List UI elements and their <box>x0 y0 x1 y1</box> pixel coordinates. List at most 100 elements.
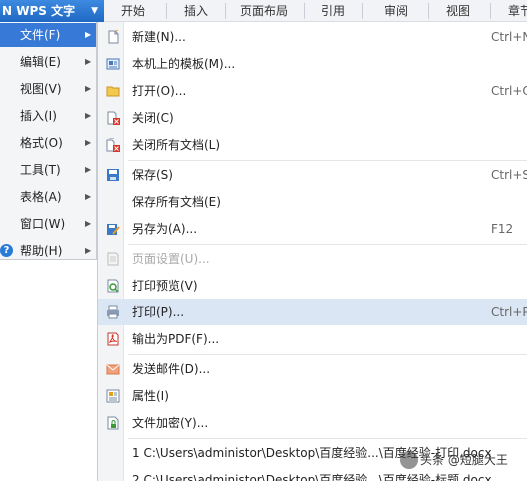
tab-divider <box>304 3 305 19</box>
shortcut-label: Ctrl+N <box>491 30 527 44</box>
menu-item-new[interactable]: 新建(N)... Ctrl+N <box>98 24 527 50</box>
menu-item-label: 页面设置(U)... <box>132 252 210 266</box>
chevron-right-icon: ▶ <box>85 246 92 255</box>
main-menu: 文件(F) ▶ 编辑(E) ▶ 视图(V) ▶ 插入(I) ▶ 格式(O) ▶ … <box>0 22 97 260</box>
menu-item-tools[interactable]: 工具(T) ▶ <box>0 158 96 182</box>
menu-item-label: 打印预览(V) <box>132 279 198 293</box>
menu-item-label: 保存(S) <box>132 168 173 182</box>
tab-view[interactable]: 视图 <box>446 0 470 22</box>
tab-insert[interactable]: 插入 <box>184 0 208 22</box>
page-setup-icon <box>107 252 119 266</box>
menu-item-label: 本机上的模板(M)... <box>132 57 236 71</box>
shortcut-label: Ctrl+O <box>491 84 527 98</box>
chevron-right-icon: ▶ <box>85 57 92 66</box>
close-all-icon <box>106 138 120 152</box>
menu-item-print[interactable]: 打印(P)... Ctrl+P <box>98 299 527 325</box>
menu-item-page-setup[interactable]: 页面设置(U)... <box>98 246 527 272</box>
wps-title-prefix: N <box>2 4 13 18</box>
menu-item-label: 文件加密(Y)... <box>132 416 209 430</box>
menu-item-close-all[interactable]: 关闭所有文档(L) <box>98 132 527 158</box>
menu-item-edit[interactable]: 编辑(E) ▶ <box>0 50 96 74</box>
menu-item-label: 发送邮件(D)... <box>132 362 211 376</box>
menu-item-label: 格式(O) <box>20 136 63 150</box>
shortcut-label: F12 <box>491 222 514 236</box>
menu-item-export-pdf[interactable]: 输出为PDF(F)... <box>98 326 527 352</box>
menu-item-label: 文件(F) <box>20 28 61 42</box>
menu-item-send-mail[interactable]: 发送邮件(D)... <box>98 356 527 382</box>
file-submenu: 新建(N)... Ctrl+N 本机上的模板(M)... 打开(O)... Ct… <box>97 22 527 481</box>
tab-divider <box>166 3 167 19</box>
menu-item-label: 关闭(C) <box>132 111 174 125</box>
menu-item-open[interactable]: 打开(O)... Ctrl+O <box>98 78 527 104</box>
menu-item-window[interactable]: 窗口(W) ▶ <box>0 212 96 236</box>
menu-item-label: 属性(I) <box>132 389 169 403</box>
chevron-right-icon: ▶ <box>85 165 92 174</box>
chevron-right-icon: ▶ <box>85 84 92 93</box>
tab-home[interactable]: 开始 <box>121 0 145 22</box>
menu-item-templates[interactable]: 本机上的模板(M)... <box>98 51 527 77</box>
wps-app-menu-button[interactable]: N WPS 文字 ▼ <box>0 0 104 22</box>
tab-divider <box>428 3 429 19</box>
menu-divider <box>128 438 527 439</box>
help-icon: ? <box>0 244 13 257</box>
save-icon <box>107 169 119 181</box>
tab-review[interactable]: 审阅 <box>384 0 408 22</box>
menu-item-label: 表格(A) <box>20 190 62 204</box>
menu-item-label: 打开(O)... <box>132 84 187 98</box>
menu-divider <box>128 244 527 245</box>
chevron-right-icon: ▶ <box>85 219 92 228</box>
tab-divider <box>490 3 491 19</box>
tab-divider <box>225 3 226 19</box>
new-doc-icon <box>108 30 119 44</box>
menu-item-label: 打印(P)... <box>132 305 185 319</box>
menu-item-help[interactable]: ? 帮助(H) ▶ <box>0 239 96 263</box>
menu-item-label: 视图(V) <box>20 82 62 96</box>
tab-sections[interactable]: 章节 <box>508 0 527 22</box>
shortcut-label: Ctrl+S <box>491 168 527 182</box>
menu-item-save-as[interactable]: 另存为(A)... F12 <box>98 216 527 242</box>
shortcut-label: Ctrl+P <box>491 305 527 319</box>
menu-item-save-all[interactable]: 保存所有文档(E) <box>98 189 527 215</box>
chevron-right-icon: ▶ <box>85 30 92 39</box>
close-doc-icon <box>107 111 120 125</box>
menu-item-properties[interactable]: 属性(I) <box>98 383 527 409</box>
menu-item-label: 关闭所有文档(L) <box>132 138 221 152</box>
menu-item-insert[interactable]: 插入(I) ▶ <box>0 104 96 128</box>
print-preview-icon <box>107 279 119 293</box>
printer-icon <box>107 305 119 319</box>
menu-divider <box>128 160 527 161</box>
menu-item-format[interactable]: 格式(O) ▶ <box>0 131 96 155</box>
menu-item-close[interactable]: 关闭(C) <box>98 105 527 131</box>
properties-icon <box>106 389 120 403</box>
save-as-icon <box>107 224 120 235</box>
chevron-right-icon: ▶ <box>85 111 92 120</box>
menu-item-label: 新建(N)... <box>132 30 186 44</box>
wps-app-title: WPS 文字 <box>16 4 76 18</box>
menu-item-table[interactable]: 表格(A) ▶ <box>0 185 96 209</box>
tab-divider <box>362 3 363 19</box>
watermark-logo <box>400 451 418 469</box>
menu-item-file[interactable]: 文件(F) ▶ <box>0 23 96 47</box>
open-folder-icon <box>106 86 120 97</box>
menu-item-label: 输出为PDF(F)... <box>132 332 220 346</box>
menu-item-label: 插入(I) <box>20 109 57 123</box>
chevron-down-icon: ▼ <box>91 6 98 16</box>
menu-item-view[interactable]: 视图(V) ▶ <box>0 77 96 101</box>
ribbon-bar: N WPS 文字 ▼ 开始 插入 页面布局 引用 审阅 视图 章节 <box>0 0 527 22</box>
menu-item-print-preview[interactable]: 打印预览(V) <box>98 273 527 299</box>
menu-item-label: 另存为(A)... <box>132 222 198 236</box>
menu-item-label: 帮助(H) <box>20 244 63 258</box>
tab-page-layout[interactable]: 页面布局 <box>240 0 288 22</box>
pdf-icon <box>107 332 119 346</box>
menu-item-label: 窗口(W) <box>20 217 66 231</box>
mail-icon <box>106 364 120 375</box>
watermark: 头条 @短腿大王 <box>400 449 527 471</box>
menu-item-save[interactable]: 保存(S) Ctrl+S <box>98 162 527 188</box>
tab-references[interactable]: 引用 <box>321 0 345 22</box>
menu-item-label: 保存所有文档(E) <box>132 195 221 209</box>
menu-divider <box>128 354 527 355</box>
menu-item-label: 编辑(E) <box>20 55 61 69</box>
watermark-text: 头条 @短腿大王 <box>420 453 508 467</box>
chevron-right-icon: ▶ <box>85 138 92 147</box>
menu-item-encrypt[interactable]: 文件加密(Y)... <box>98 410 527 436</box>
